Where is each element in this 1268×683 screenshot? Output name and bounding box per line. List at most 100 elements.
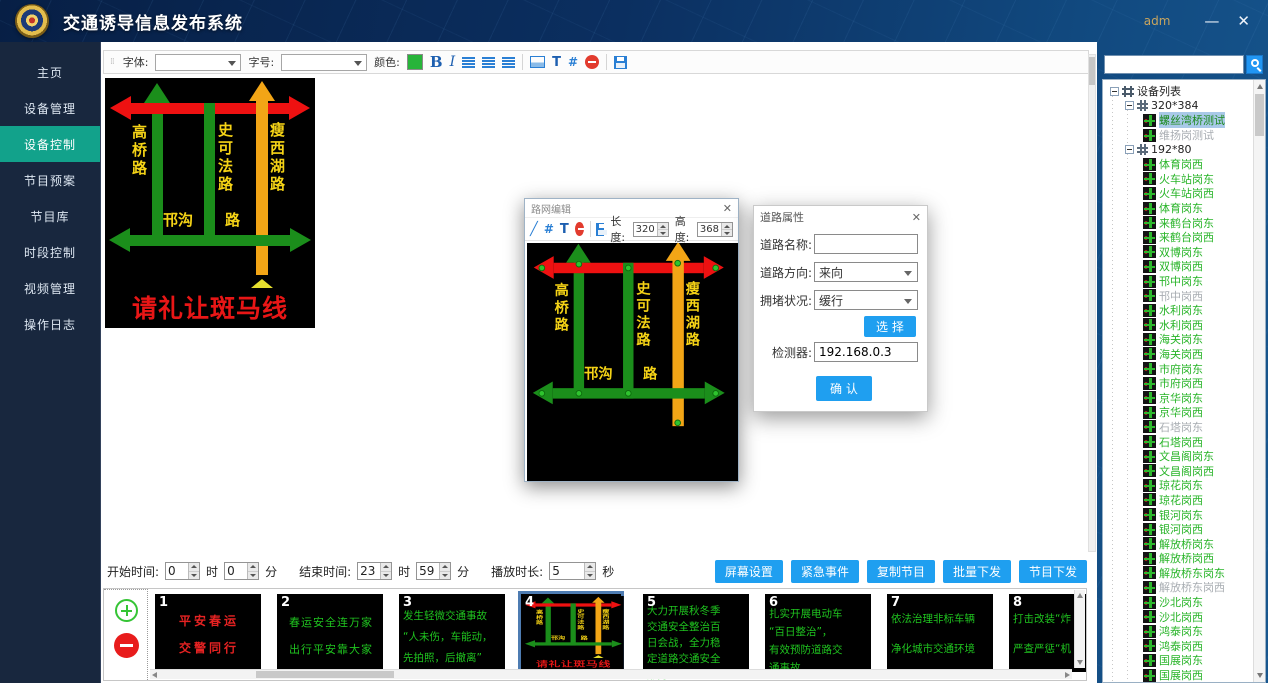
end-minute-spinner[interactable]: 59 <box>416 562 451 580</box>
sidebar-item[interactable]: 时段控制 <box>0 234 100 270</box>
duration-spinner[interactable]: 5 <box>549 562 596 580</box>
insert-text-icon[interactable]: T <box>552 55 561 70</box>
align-center-icon[interactable] <box>482 57 495 68</box>
detector-input[interactable] <box>814 342 918 362</box>
strip-vertical-scrollbar[interactable] <box>1074 590 1085 668</box>
font-select[interactable] <box>155 54 241 71</box>
tree-vertical-scrollbar[interactable] <box>1253 80 1265 682</box>
program-thumbnail-2[interactable]: 2 春运安全连万家出行平安靠大家 <box>277 594 383 672</box>
delete-icon[interactable] <box>585 55 599 69</box>
device-item[interactable]: 市府岗东 <box>1106 361 1253 376</box>
device-item[interactable]: 解放桥东岗西 <box>1106 580 1253 595</box>
sidebar-item[interactable]: 节目预案 <box>0 162 100 198</box>
sidebar-item[interactable]: 设备管理 <box>0 90 100 126</box>
align-left-icon[interactable] <box>462 57 475 68</box>
editor-close-icon[interactable]: ✕ <box>723 202 732 215</box>
delete-icon[interactable] <box>575 222 584 236</box>
device-item[interactable]: 市府岗西 <box>1106 376 1253 391</box>
confirm-button[interactable]: 确 认 <box>816 376 872 401</box>
device-item[interactable]: 银河岗东 <box>1106 507 1253 522</box>
action-button[interactable]: 屏幕设置 <box>715 560 783 583</box>
tree-group-row[interactable]: 320*384 <box>1106 99 1253 114</box>
control-point[interactable] <box>674 420 681 427</box>
remove-program-button[interactable] <box>114 633 139 658</box>
action-button[interactable]: 批量下发 <box>943 560 1011 583</box>
device-item[interactable]: 火车站岗西 <box>1106 186 1253 201</box>
scroll-down-icon[interactable] <box>1077 660 1083 665</box>
device-item[interactable]: 双博岗东 <box>1106 245 1253 260</box>
device-item[interactable]: 石塔岗东 <box>1106 420 1253 435</box>
program-thumbnail-6[interactable]: 6 扎实开展电动车“百日整治”，有效预防道路交通事故。 <box>765 594 871 672</box>
action-button[interactable]: 复制节目 <box>867 560 935 583</box>
device-item[interactable]: 体育岗东 <box>1106 201 1253 216</box>
road-direction-select[interactable]: 来向 <box>814 262 918 282</box>
end-hour-spinner[interactable]: 23 <box>357 562 392 580</box>
device-item[interactable]: 体育岗西 <box>1106 157 1253 172</box>
scroll-down-icon[interactable] <box>1257 673 1263 678</box>
tree-root-row[interactable]: 设备列表 <box>1106 84 1253 99</box>
tree-group-row[interactable]: 192*80 <box>1106 142 1253 157</box>
device-item[interactable]: 解放桥岗东 <box>1106 536 1253 551</box>
properties-close-icon[interactable]: ✕ <box>912 211 921 224</box>
search-button[interactable] <box>1246 55 1263 74</box>
device-item[interactable]: 海关岗西 <box>1106 347 1253 362</box>
program-thumbnail-1[interactable]: 1 平安春运交警同行 <box>155 594 261 672</box>
start-minute-spinner[interactable]: 0 <box>224 562 259 580</box>
control-point[interactable] <box>674 260 681 267</box>
roadnet-tool-icon[interactable]: # <box>568 55 578 69</box>
collapse-icon[interactable] <box>1125 101 1134 110</box>
device-item[interactable]: 解放桥岗西 <box>1106 551 1253 566</box>
align-right-icon[interactable] <box>502 57 515 68</box>
device-item[interactable]: 京华岗东 <box>1106 390 1253 405</box>
device-item[interactable]: 螺丝湾桥测试 <box>1106 113 1253 128</box>
device-search-input[interactable] <box>1104 55 1244 74</box>
device-item[interactable]: 文昌阁岗西 <box>1106 463 1253 478</box>
action-button[interactable]: 节目下发 <box>1019 560 1087 583</box>
main-vertical-scrollbar[interactable] <box>1088 54 1096 552</box>
program-thumbnail-5[interactable]: 5 大力开展秋冬季交通安全整治百日会战，全力稳定道路交通安全形势！ <box>643 594 749 672</box>
control-point[interactable] <box>576 390 583 397</box>
start-hour-spinner[interactable]: 0 <box>165 562 200 580</box>
device-item[interactable]: 来鹤台岗西 <box>1106 230 1253 245</box>
italic-icon[interactable]: I <box>450 54 456 70</box>
device-item[interactable]: 琼花岗西 <box>1106 493 1253 508</box>
minimize-button[interactable]: — <box>1204 14 1219 29</box>
control-point[interactable] <box>576 261 583 268</box>
control-point[interactable] <box>712 390 719 397</box>
road-name-input[interactable] <box>814 234 918 254</box>
collapse-icon[interactable] <box>1125 145 1134 154</box>
size-select[interactable] <box>281 54 367 71</box>
device-item[interactable]: 火车站岗东 <box>1106 172 1253 187</box>
device-item[interactable]: 石塔岗西 <box>1106 434 1253 449</box>
device-item[interactable]: 双博岗西 <box>1106 259 1253 274</box>
device-item[interactable]: 来鹤台岗东 <box>1106 215 1253 230</box>
control-point[interactable] <box>625 265 632 272</box>
device-item[interactable]: 水利岗西 <box>1106 318 1253 333</box>
scroll-right-icon[interactable] <box>1065 672 1070 678</box>
device-item[interactable]: 鸿泰岗西 <box>1106 639 1253 654</box>
length-spinner[interactable]: 320 <box>633 222 669 237</box>
editor-title-bar[interactable]: 路网编辑 ✕ <box>525 199 738 217</box>
collapse-icon[interactable] <box>1110 87 1119 96</box>
led-preview[interactable]: 高桥路 史可法路 瘦西湖路 邗沟 路 请礼让斑马线 <box>105 78 315 328</box>
device-item[interactable]: 国展岗东 <box>1106 653 1253 668</box>
editor-canvas[interactable]: 高桥路 史可法路 瘦西湖路 邗沟 路 <box>527 243 738 481</box>
close-button[interactable]: ✕ <box>1237 14 1250 29</box>
scrollbar-thumb[interactable] <box>256 671 394 678</box>
program-thumbnail-4-selected[interactable]: 4 高桥路 史可法路 瘦西湖路 邗沟 路 <box>518 591 624 675</box>
save-icon[interactable] <box>596 223 604 236</box>
device-item[interactable]: 邗中岗东 <box>1106 274 1253 289</box>
sidebar-item[interactable]: 视频管理 <box>0 270 100 306</box>
bold-icon[interactable]: B <box>430 53 443 71</box>
sidebar-item[interactable]: 主页 <box>0 54 100 90</box>
device-item[interactable]: 海关岗东 <box>1106 332 1253 347</box>
scroll-left-icon[interactable] <box>152 672 157 678</box>
control-point[interactable] <box>625 390 632 397</box>
device-item[interactable]: 鸿泰岗东 <box>1106 624 1253 639</box>
scroll-up-icon[interactable] <box>1257 84 1263 89</box>
text-tool-icon[interactable]: T <box>560 222 569 237</box>
device-item[interactable]: 文昌阁岗东 <box>1106 449 1253 464</box>
device-item[interactable]: 维扬岗测试 <box>1106 128 1253 143</box>
insert-image-icon[interactable] <box>530 56 545 68</box>
control-point[interactable] <box>539 265 546 272</box>
